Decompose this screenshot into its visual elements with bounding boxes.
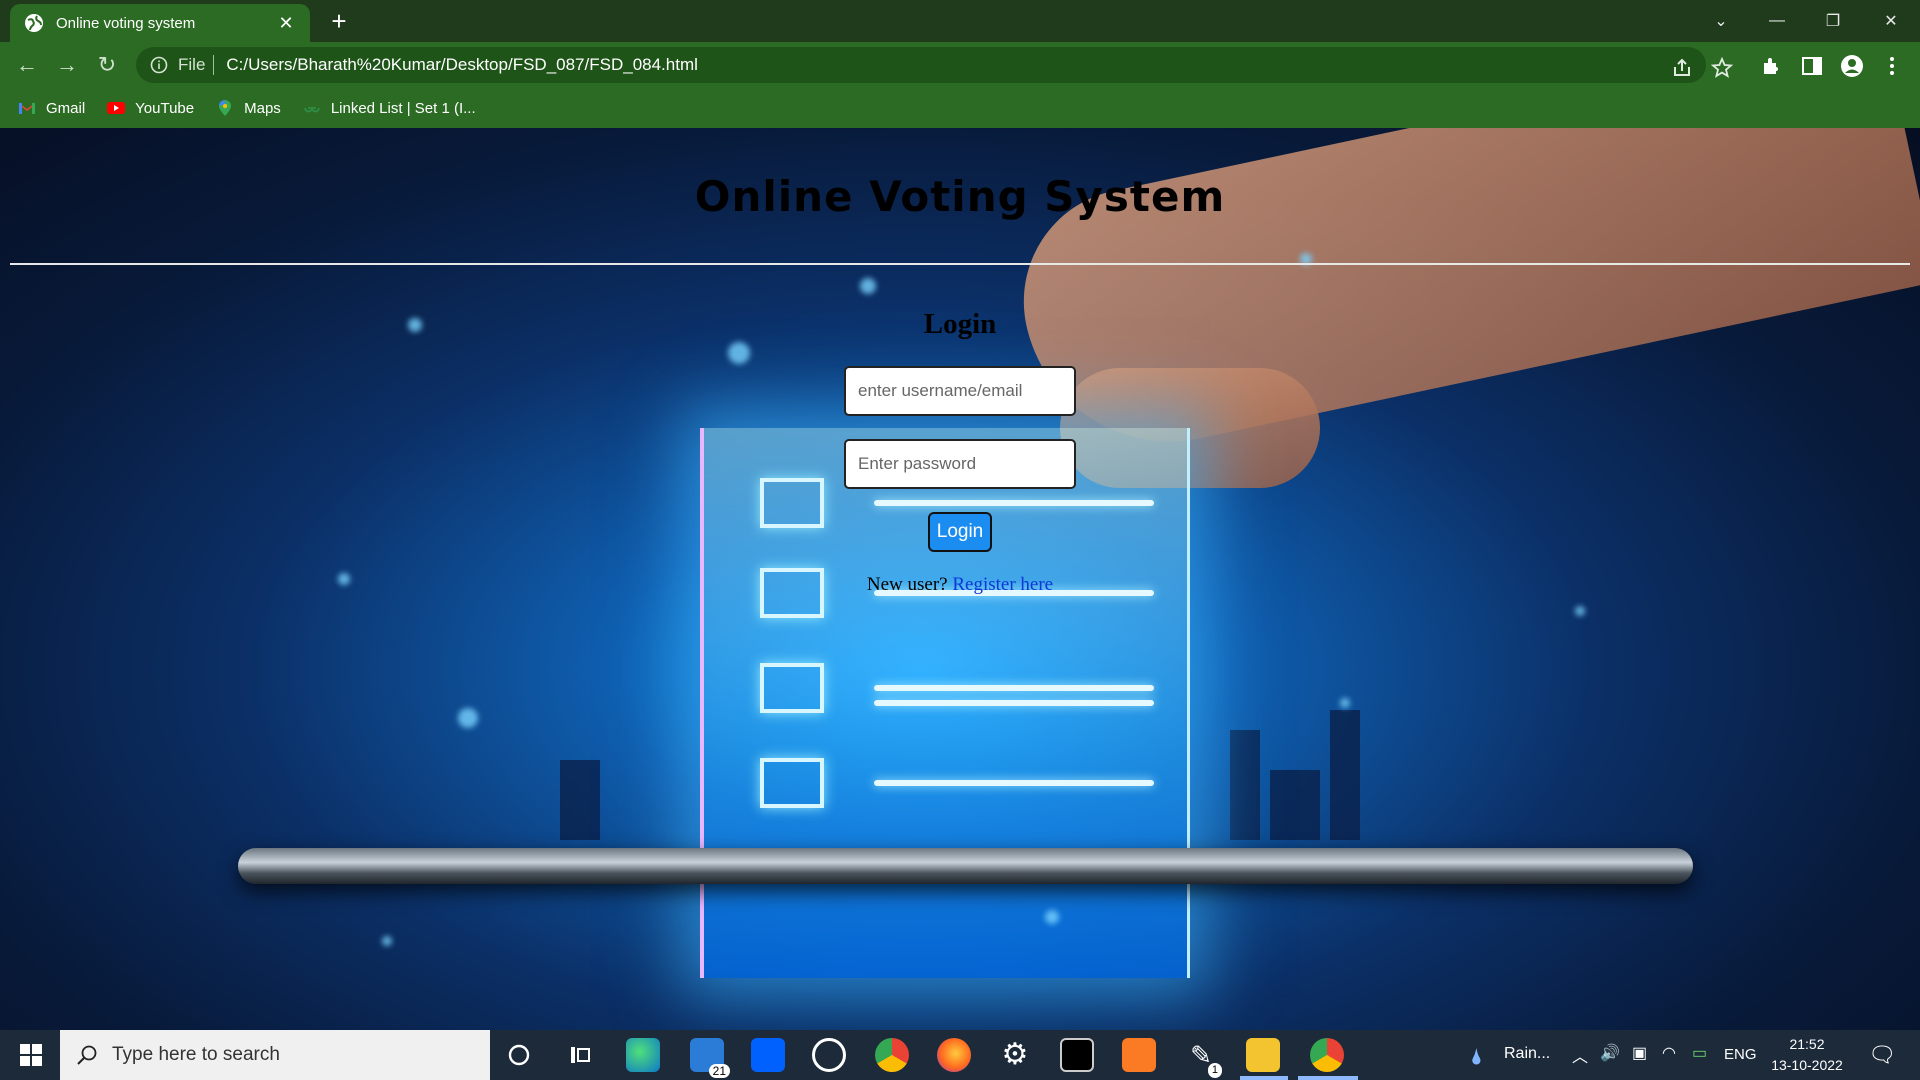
weather-text[interactable]: Rain...: [1504, 1045, 1550, 1063]
mail-badge: 21: [708, 1064, 730, 1078]
weather-icon[interactable]: 🌢: [1470, 1044, 1483, 1070]
pen-tool-icon[interactable]: ✎ 1: [1184, 1038, 1222, 1078]
tablet-device: [238, 848, 1693, 884]
bookmark-label: YouTube: [135, 99, 195, 117]
address-separator: [213, 55, 215, 75]
menu-icon[interactable]: [1880, 54, 1904, 78]
display-icon[interactable]: ▣: [1632, 1043, 1647, 1063]
search-placeholder: Type here to search: [112, 1044, 280, 1065]
clock-date: 13-10-2022: [1771, 1057, 1843, 1073]
taskbar-clock[interactable]: 21:52 13-10-2022: [1760, 1034, 1854, 1076]
tab-search-icon[interactable]: ⌄: [1692, 0, 1750, 42]
bookmark-star-icon[interactable]: [1710, 56, 1734, 80]
settings-gear-icon[interactable]: ⚙: [998, 1038, 1032, 1072]
back-icon[interactable]: ←: [12, 50, 42, 80]
bookmark-gmail[interactable]: Gmail: [18, 99, 85, 117]
page-viewport: Online Voting System Login Login New use…: [0, 128, 1920, 1030]
file-scheme-label: File: [178, 55, 206, 74]
maps-icon: [219, 100, 232, 116]
info-icon[interactable]: [150, 56, 168, 74]
profile-icon[interactable]: [1840, 54, 1864, 78]
browser-tab[interactable]: Online voting system ✕: [10, 4, 310, 42]
bookmark-linked-list[interactable]: Linked List | Set 1 (I...: [303, 99, 476, 117]
bookmark-youtube[interactable]: YouTube: [107, 99, 194, 117]
clock-time: 21:52: [1789, 1036, 1825, 1052]
windows-start-button[interactable]: [10, 1030, 52, 1080]
cortana-icon[interactable]: [502, 1038, 536, 1072]
bookmarks-bar: Gmail YouTube Maps Linked List | Set 1 (…: [0, 88, 1920, 128]
chrome-icon[interactable]: [875, 1038, 909, 1072]
login-button[interactable]: Login: [928, 512, 992, 552]
globe-icon: [25, 14, 43, 32]
volume-icon[interactable]: 🔊: [1600, 1043, 1620, 1063]
mail-icon[interactable]: 21: [690, 1038, 730, 1078]
register-link[interactable]: Register here: [952, 574, 1053, 595]
login-heading: Login: [923, 308, 997, 340]
chrome-active-indicator: [1298, 1076, 1358, 1080]
file-explorer-indicator: [1240, 1076, 1288, 1080]
register-prompt: New user? Register here: [0, 574, 1920, 596]
search-icon: [77, 1045, 97, 1065]
firefox-icon[interactable]: [937, 1038, 971, 1072]
chrome-active-icon[interactable]: [1310, 1038, 1344, 1072]
battery-icon[interactable]: ▭: [1692, 1043, 1707, 1063]
username-input[interactable]: [844, 366, 1076, 416]
forward-icon[interactable]: →: [52, 50, 82, 80]
pen-badge: 1: [1207, 1063, 1222, 1078]
minimize-button[interactable]: —: [1748, 0, 1806, 42]
new-user-text: New user?: [866, 574, 948, 595]
new-tab-button[interactable]: +: [326, 8, 352, 34]
bookmark-maps[interactable]: Maps: [216, 99, 281, 117]
header-divider: [10, 263, 1910, 265]
xampp-icon[interactable]: [1122, 1038, 1156, 1072]
windows-logo-icon: [20, 1044, 42, 1066]
gmail-icon: [19, 103, 35, 114]
taskbar-search-box[interactable]: Type here to search: [60, 1030, 490, 1080]
close-window-button[interactable]: ✕: [1862, 0, 1920, 42]
close-tab-icon[interactable]: ✕: [276, 13, 296, 33]
page-title: Online Voting System: [694, 172, 1226, 221]
wifi-icon[interactable]: ◠: [1662, 1043, 1676, 1063]
gfg-icon: [303, 107, 320, 113]
terminal-icon[interactable]: [1060, 1038, 1094, 1072]
extensions-icon[interactable]: [1760, 54, 1784, 78]
hologram-ballot: [700, 428, 1190, 978]
address-bar[interactable]: File C:/Users/Bharath%20Kumar/Desktop/FS…: [136, 47, 1706, 83]
dropbox-icon[interactable]: [751, 1038, 785, 1072]
address-url[interactable]: C:/Users/Bharath%20Kumar/Desktop/FSD_087…: [226, 55, 697, 75]
language-indicator[interactable]: ENG: [1724, 1046, 1757, 1063]
bookmark-label: Maps: [244, 99, 281, 117]
tab-title: Online voting system: [56, 14, 196, 32]
notification-icon[interactable]: 🗨: [1868, 1042, 1896, 1068]
bookmark-label: Gmail: [46, 99, 86, 117]
password-input[interactable]: [844, 439, 1076, 489]
browser-toolbar: ← → ↻ File C:/Users/Bharath%20Kumar/Desk…: [0, 42, 1920, 88]
github-icon[interactable]: [812, 1038, 846, 1072]
edge-icon[interactable]: [626, 1038, 660, 1072]
file-explorer-icon[interactable]: [1246, 1038, 1280, 1072]
reload-icon[interactable]: ↻: [92, 50, 122, 80]
side-panel-icon[interactable]: [1800, 54, 1824, 78]
youtube-icon: [107, 102, 126, 114]
bookmark-label: Linked List | Set 1 (I...: [330, 99, 476, 117]
share-icon[interactable]: [1670, 56, 1694, 80]
task-view-icon[interactable]: [563, 1038, 597, 1072]
restore-button[interactable]: ❐: [1804, 0, 1862, 42]
browser-tab-strip: Online voting system ✕ + ⌄ — ❐ ✕: [0, 0, 1920, 42]
chevron-up-icon[interactable]: ︿: [1572, 1043, 1588, 1067]
